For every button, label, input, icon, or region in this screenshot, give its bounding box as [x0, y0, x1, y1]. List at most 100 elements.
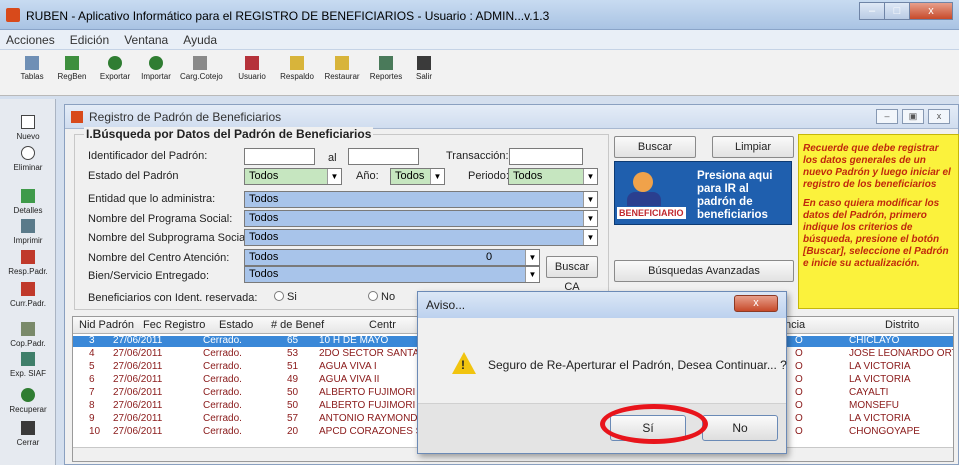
anio-label: Año: [356, 170, 379, 182]
reservada-no-radio[interactable]: No [368, 291, 395, 303]
chevron-down-icon: ▼ [525, 267, 539, 282]
chevron-down-icon: ▼ [583, 211, 597, 226]
cell-nid: 10 [89, 426, 101, 437]
id-to-input[interactable] [348, 148, 419, 165]
cell-prov: O [795, 426, 803, 437]
menu-edicion[interactable]: Edición [64, 30, 115, 50]
toolbar-exportar-button[interactable]: Exportar [95, 56, 135, 81]
entidad-label: Entidad que lo administra: [88, 193, 216, 205]
col-provincia[interactable]: ncia [785, 319, 805, 331]
centro-select[interactable]: Todos 0 ▼ [244, 249, 540, 266]
buscar-button[interactable]: Buscar [614, 136, 696, 158]
chevron-down-icon: ▼ [327, 169, 341, 184]
buscar-ca-button[interactable]: Buscar CA [546, 256, 598, 293]
col-fecha[interactable]: Fec Registro [143, 319, 205, 331]
col-benef[interactable]: # de Benef [271, 319, 324, 331]
toolbar-regben-button[interactable]: RegBen [52, 56, 92, 81]
estado-value: Todos [249, 170, 279, 182]
toolbar-restaurar-button[interactable]: Restaurar [322, 56, 362, 81]
padron-app-icon [71, 111, 83, 123]
toolbar-usuario-button[interactable]: Usuario [232, 56, 272, 81]
arrow-left-icon [21, 250, 35, 264]
cell-distrito: LA VICTORIA [849, 374, 911, 385]
sidebar-imprimir-button[interactable]: Imprimir [0, 219, 56, 245]
child-restore-icon[interactable]: ▣ [902, 109, 924, 124]
toolbar-label: Salir [415, 72, 432, 81]
entidad-value: Todos [249, 193, 279, 205]
dialog-no-button[interactable]: No [702, 415, 778, 441]
id-from-input[interactable] [244, 148, 315, 165]
sidebar-cop-padr-button[interactable]: Cop.Padr. [0, 322, 56, 348]
toolbar-salir-button[interactable]: Salir [404, 56, 444, 81]
entidad-select[interactable]: Todos ▼ [244, 191, 598, 208]
recover-icon [21, 388, 35, 402]
col-centro[interactable]: Centr [369, 319, 396, 331]
menu-ventana[interactable]: Ventana [118, 30, 174, 50]
sidebar-recuperar-button[interactable]: Recuperar [0, 388, 56, 414]
bien-select[interactable]: Todos ▼ [244, 266, 540, 283]
sidebar: Nuevo Eliminar Detalles Imprimir Resp.Pa… [0, 99, 56, 465]
menu-acciones[interactable]: Acciones [0, 30, 61, 50]
sidebar-label: Nuevo [16, 132, 40, 141]
sidebar-detalles-button[interactable]: Detalles [0, 189, 56, 215]
col-distrito[interactable]: Distrito [885, 319, 919, 331]
sidebar-exp-siaf-button[interactable]: Exp. SIAF [0, 352, 56, 378]
toolbar-label: Reportes [369, 72, 403, 81]
subprograma-select[interactable]: Todos ▼ [244, 229, 598, 246]
menu-ayuda[interactable]: Ayuda [177, 30, 223, 50]
reservada-si-radio[interactable]: Si [274, 291, 297, 303]
cell-prov: O [795, 400, 803, 411]
close-icon[interactable]: x [909, 2, 953, 20]
reservada-label: Beneficiarios con Ident. reservada: [88, 292, 258, 304]
ir-padron-beneficiarios-button[interactable]: BENEFICIARIO Presiona aqui para IR al pa… [614, 161, 792, 225]
report-icon [379, 56, 393, 70]
programa-select[interactable]: Todos ▼ [244, 210, 598, 227]
cell-centro: 2DO SECTOR SANTA [319, 348, 420, 359]
sidebar-resp-padr-button[interactable]: Resp.Padr. [0, 250, 56, 276]
toolbar-importar-button[interactable]: Importar [136, 56, 176, 81]
periodo-select[interactable]: Todos ▼ [508, 168, 598, 185]
chevron-down-icon: ▼ [583, 192, 597, 207]
window-controls: – □ x [859, 2, 953, 20]
child-minimize-icon[interactable]: – [876, 109, 898, 124]
copy-icon [21, 322, 35, 336]
dialog-message: Seguro de Re-Aperturar el Padrón, Desea … [488, 358, 787, 372]
anio-select[interactable]: Todos ▼ [390, 168, 445, 185]
cell-estado: Cerrado. [203, 387, 242, 398]
user-icon [245, 56, 259, 70]
exit-icon [417, 56, 431, 70]
cell-fecha: 27/06/2011 [113, 387, 163, 398]
estado-label: Estado del Padrón [88, 170, 179, 182]
sidebar-nuevo-button[interactable]: Nuevo [0, 115, 56, 141]
minimize-icon[interactable]: – [859, 2, 885, 20]
sidebar-eliminar-button[interactable]: Eliminar [0, 146, 56, 172]
sidebar-cerrar-button[interactable]: Cerrar [0, 421, 56, 447]
new-icon [21, 115, 35, 129]
estado-select[interactable]: Todos ▼ [244, 168, 342, 185]
cell-estado: Cerrado. [203, 361, 242, 372]
busquedas-avanzadas-button[interactable]: Búsquedas Avanzadas [614, 260, 794, 282]
maximize-icon[interactable]: □ [884, 2, 910, 20]
cell-benef: 65 [287, 335, 299, 346]
toolbar-label: Respaldo [280, 72, 314, 81]
sidebar-label: Eliminar [13, 163, 43, 172]
cell-fecha: 27/06/2011 [113, 400, 163, 411]
highlight-circle [600, 404, 708, 444]
toolbar-respaldo-button[interactable]: Respaldo [277, 56, 317, 81]
col-nid[interactable]: Nid Padrón [79, 319, 134, 331]
sidebar-label: Recuperar [9, 405, 47, 414]
beneficiario-person-icon [627, 168, 665, 206]
toolbar-reportes-button[interactable]: Reportes [366, 56, 406, 81]
id-padron-label: Identificador del Padrón: [88, 150, 208, 162]
dialog-close-icon[interactable]: x [734, 295, 778, 312]
cell-prov: O [795, 387, 803, 398]
toolbar-cotejo-button[interactable]: Carg.Cotejo [180, 56, 223, 81]
toolbar-tablas-button[interactable]: Tablas [12, 56, 52, 81]
sidebar-curr-padr-button[interactable]: Curr.Padr. [0, 282, 56, 308]
transaccion-input[interactable] [509, 148, 583, 165]
child-close-icon[interactable]: x [928, 109, 950, 124]
col-estado[interactable]: Estado [219, 319, 253, 331]
register-icon [65, 56, 79, 70]
programa-label: Nombre del Programa Social: [88, 213, 233, 225]
limpiar-button[interactable]: Limpiar [712, 136, 794, 158]
